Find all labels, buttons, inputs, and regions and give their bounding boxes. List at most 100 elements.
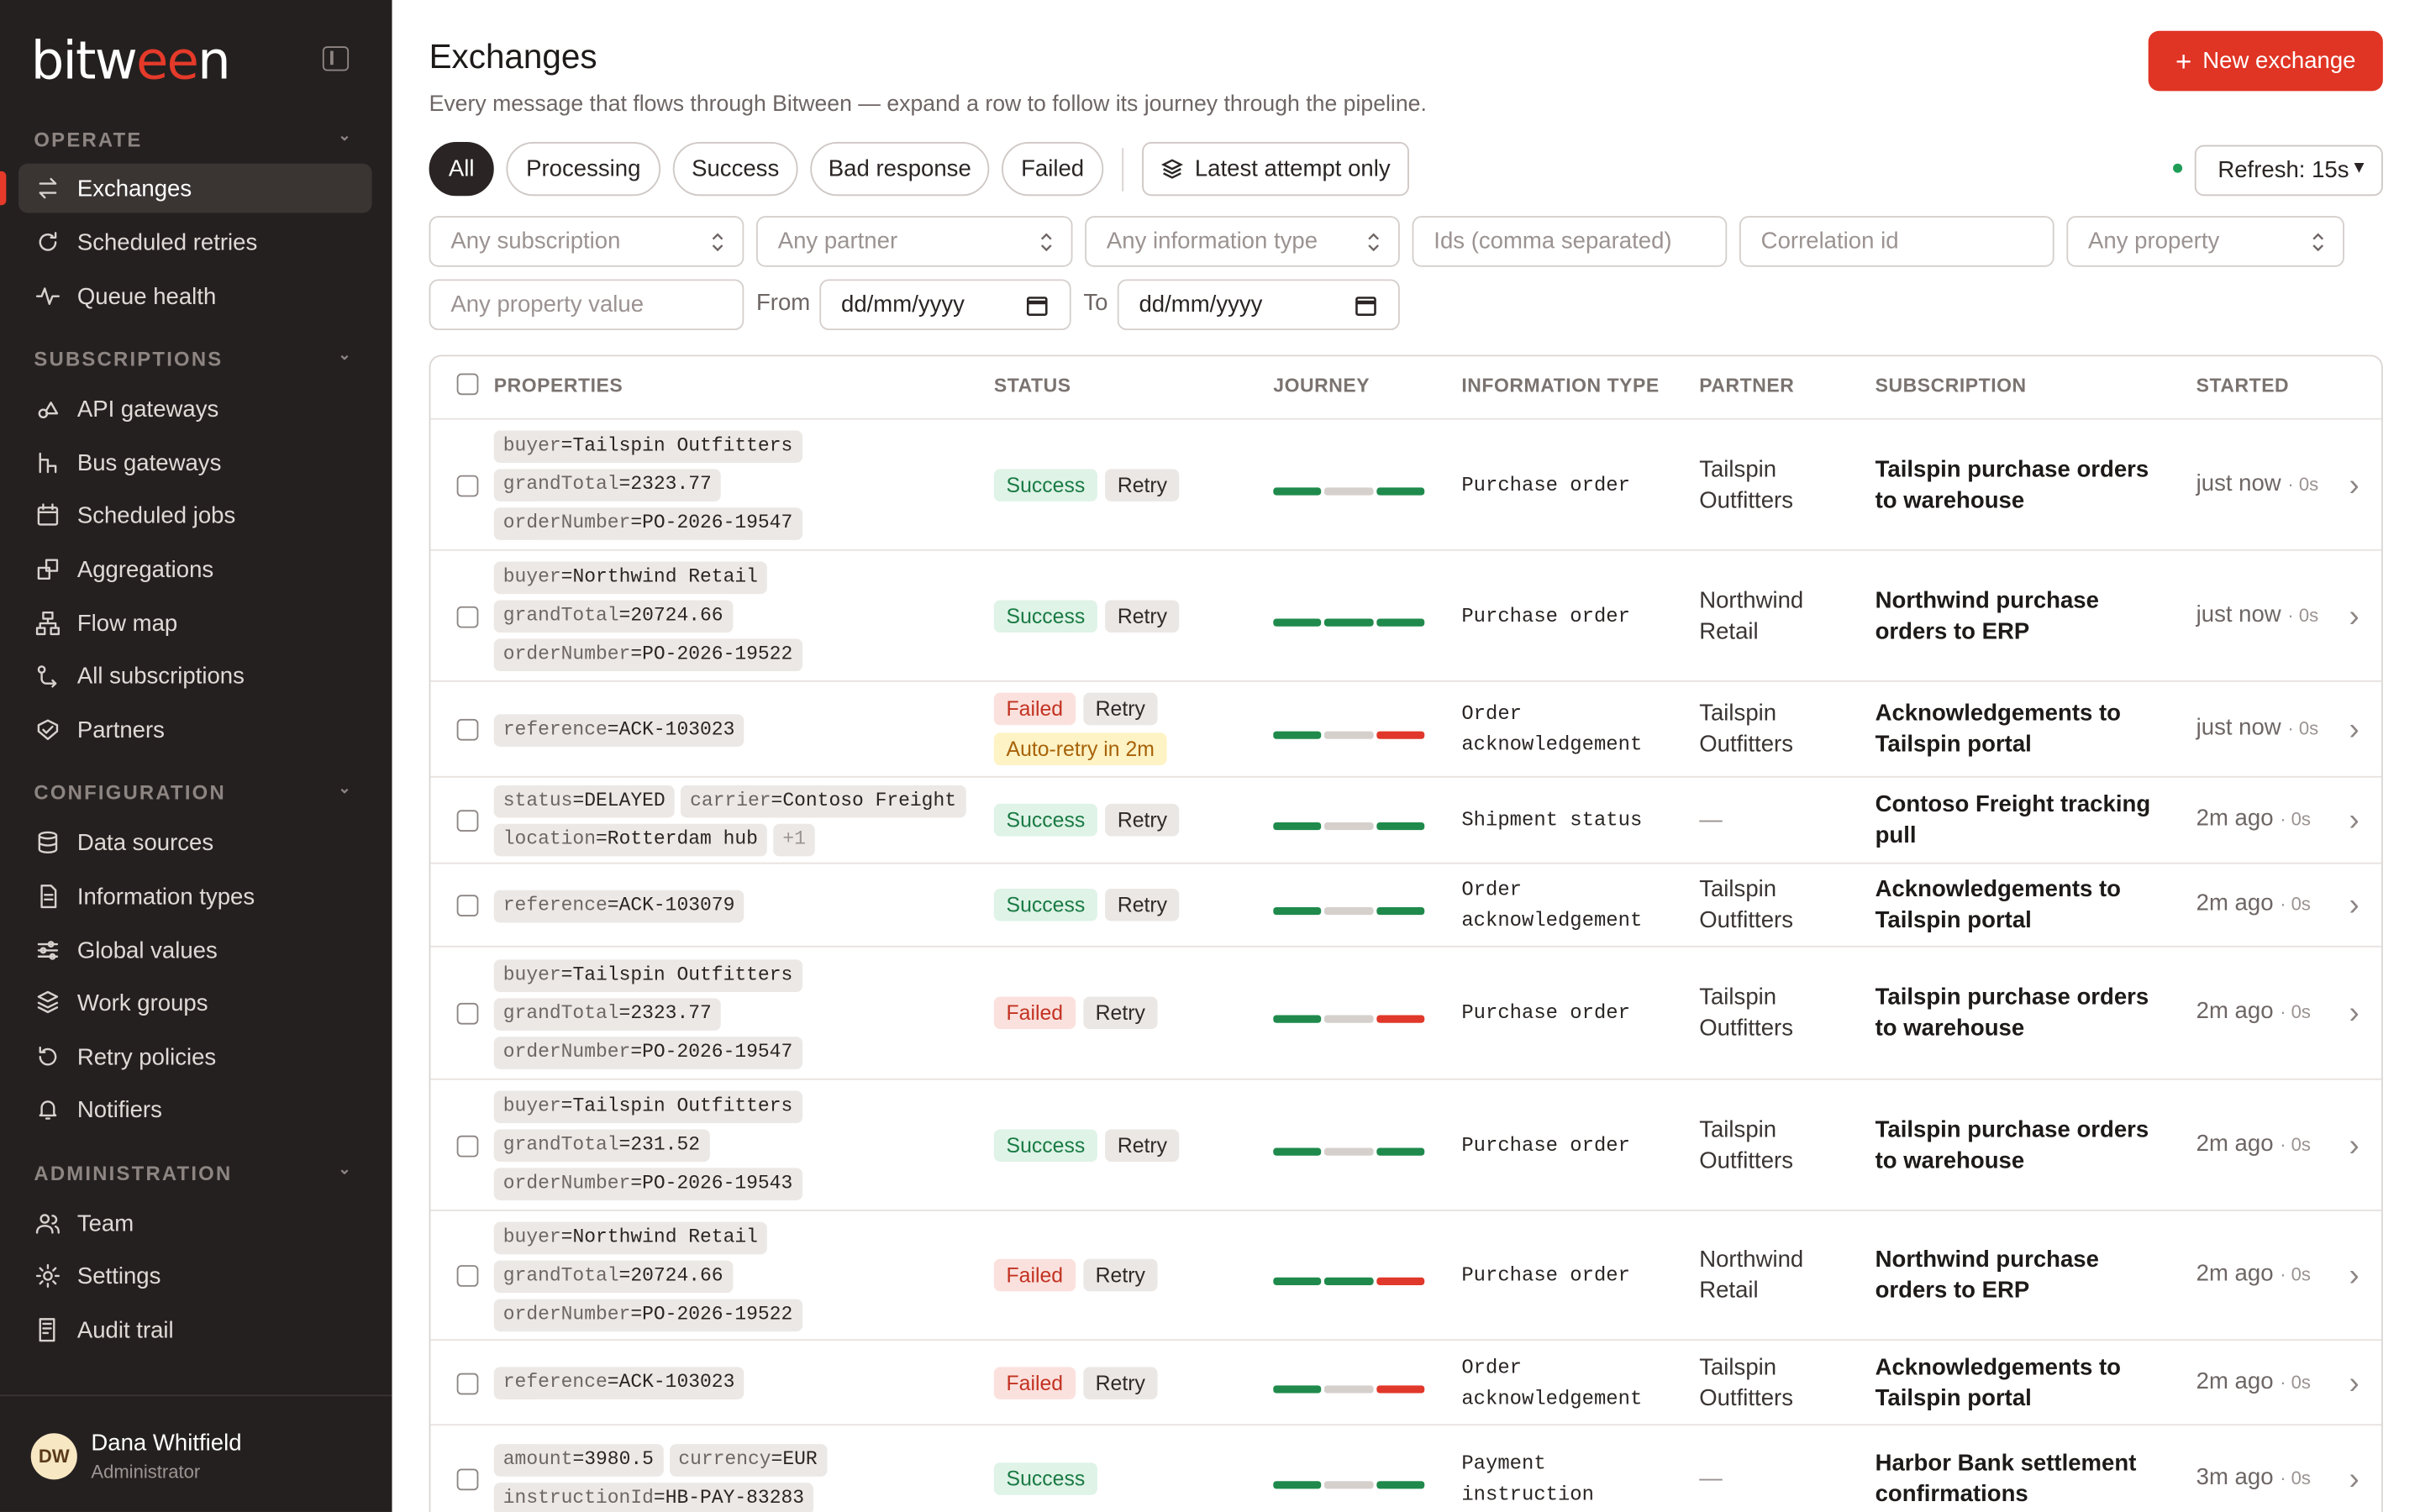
row-checkbox[interactable] [456,1134,479,1157]
col-status[interactable]: STATUS [994,375,1071,396]
subscription-name[interactable]: Tailspin purchase orders to warehouse [1876,983,2169,1044]
chevron-down-icon[interactable]: ⌄ [338,128,353,144]
subscription-name[interactable]: Tailspin purchase orders to warehouse [1876,1115,2169,1176]
col-started[interactable]: STARTED [2196,375,2290,396]
subscription-name[interactable]: Acknowledgements to Tailspin portal [1876,1352,2169,1414]
sidebar-collapse-icon[interactable] [322,46,350,71]
filter-chip-all[interactable]: All [429,141,494,197]
col-properties[interactable]: PROPERTIES [494,375,623,396]
correlation-id-input[interactable]: Correlation id [1739,216,2054,267]
row-checkbox[interactable] [456,605,479,627]
table-row[interactable]: buyer=Northwind Retail grandTotal=20724.6… [430,549,2382,680]
subscription-name[interactable]: Tailspin purchase orders to warehouse [1876,454,2169,516]
property-select[interactable]: Any property [2066,216,2344,267]
filter-chip-success[interactable]: Success [672,141,798,197]
chevron-down-icon[interactable]: ⌄ [338,347,353,364]
col-journey[interactable]: JOURNEY [1273,375,1370,396]
information-type-select[interactable]: Any information type [1085,216,1400,267]
filter-chip-processing[interactable]: Processing [506,141,661,197]
table-row[interactable]: status=DELAYED carrier=Contoso Freight loc… [430,775,2382,863]
table-row[interactable]: reference=ACK-103079 Success Retry Order ac… [430,862,2382,946]
subscription-name[interactable]: Harbor Bank settlement confirmations [1876,1449,2169,1510]
chevron-right-icon[interactable]: › [2349,889,2359,924]
chevron-right-icon[interactable]: › [2349,1366,2359,1401]
row-checkbox[interactable] [456,1468,479,1491]
sidebar-item-team[interactable]: Team [18,1199,372,1248]
row-checkbox[interactable] [456,895,479,916]
sidebar-item-partners[interactable]: Partners [18,705,372,754]
col-information-type[interactable]: INFORMATION TYPE [1461,375,1659,396]
sidebar-item-aggregations[interactable]: Aggregations [18,544,372,594]
chevron-right-icon[interactable]: › [2349,1259,2359,1294]
sidebar-item-retry-policies[interactable]: Retry policies [18,1032,372,1082]
retry-button[interactable]: Retry [1082,692,1158,726]
table-row[interactable]: reference=ACK-103023 Failed Retry Order ack… [430,1339,2382,1424]
section-administration[interactable]: ADMINISTRATION ⌄ [34,1162,350,1185]
section-configuration[interactable]: CONFIGURATION ⌄ [34,780,350,804]
retry-button[interactable]: Retry [1082,1258,1158,1292]
subscription-name[interactable]: Acknowledgements to Tailspin portal [1876,699,2169,760]
table-row[interactable]: buyer=Tailspin Outfitters grandTotal=2323… [430,417,2382,549]
table-row[interactable]: buyer=Northwind Retail grandTotal=20724.6… [430,1209,2382,1339]
sidebar-item-exchanges[interactable]: Exchanges [18,163,372,213]
latest-attempt-toggle[interactable]: Latest attempt only [1142,141,1409,197]
more-properties-tag[interactable]: +1 [773,823,815,857]
sidebar-item-bus-gateways[interactable]: Bus gateways [18,438,372,488]
sidebar-item-flow-map[interactable]: Flow map [18,599,372,648]
retry-button[interactable]: Retry [1082,996,1158,1030]
subscription-name[interactable]: Northwind purchase orders to ERP [1876,585,2169,647]
from-date-input[interactable]: dd/mm/yyyy [819,279,1071,331]
select-all-checkbox[interactable] [456,373,479,396]
row-checkbox[interactable] [456,1002,479,1025]
chevron-right-icon[interactable]: › [2349,1462,2359,1498]
retry-button[interactable]: Retry [1105,803,1180,837]
chevron-right-icon[interactable]: › [2349,468,2359,503]
table-row[interactable]: buyer=Tailspin Outfitters grandTotal=2323… [430,945,2382,1079]
chevron-right-icon[interactable]: › [2349,997,2359,1032]
sidebar-item-information-types[interactable]: Information types [18,872,372,921]
table-row[interactable]: amount=3980.5 currency=EUR instructionId=H… [430,1424,2382,1512]
sidebar-item-global-values[interactable]: Global values [18,926,372,975]
row-checkbox[interactable] [456,474,479,496]
sidebar-item-api-gateways[interactable]: API gateways [18,384,372,433]
row-checkbox[interactable] [456,810,479,832]
filter-chip-bad-response[interactable]: Bad response [810,141,990,197]
table-row[interactable]: buyer=Tailspin Outfitters grandTotal=231.… [430,1078,2382,1210]
row-checkbox[interactable] [456,718,479,741]
chevron-right-icon[interactable]: › [2349,1129,2359,1164]
chevron-down-icon[interactable]: ⌄ [338,1162,353,1179]
property-value-input[interactable]: Any property value [429,279,744,331]
chevron-right-icon[interactable]: › [2349,713,2359,748]
retry-button[interactable]: Retry [1105,888,1180,921]
row-checkbox[interactable] [456,1265,479,1287]
retry-button[interactable]: Retry [1082,1366,1158,1399]
subscription-select[interactable]: Any subscription [429,216,744,267]
retry-button[interactable]: Retry [1105,468,1180,501]
subscription-name[interactable]: Acknowledgements to Tailspin portal [1876,874,2169,936]
bitween-logo[interactable]: bitween [31,31,231,92]
ids-input[interactable]: Ids (comma separated) [1412,216,1728,267]
sidebar-item-scheduled-retries[interactable]: Scheduled retries [18,218,372,267]
sidebar-item-settings[interactable]: Settings [18,1252,372,1301]
section-subscriptions[interactable]: SUBSCRIPTIONS ⌄ [34,347,350,370]
sidebar-item-notifiers[interactable]: Notifiers [18,1084,372,1134]
row-checkbox[interactable] [456,1372,479,1394]
user-profile[interactable]: DW Dana Whitfield Administrator [0,1394,392,1512]
chevron-down-icon[interactable]: ⌄ [338,780,353,797]
chevron-right-icon[interactable]: › [2349,600,2359,635]
sidebar-item-audit-trail[interactable]: Audit trail [18,1305,372,1355]
section-operate[interactable]: OPERATE ⌄ [34,128,350,151]
sidebar-item-all-subscriptions[interactable]: All subscriptions [18,651,372,701]
partner-select[interactable]: Any partner [755,216,1073,267]
new-exchange-button[interactable]: + New exchange [2148,30,2383,92]
to-date-input[interactable]: dd/mm/yyyy [1117,279,1400,331]
col-partner[interactable]: PARTNER [1699,375,1794,396]
refresh-select[interactable]: Refresh: 15s ▼ [2194,144,2383,197]
filter-chip-failed[interactable]: Failed [1002,141,1104,197]
retry-button[interactable]: Retry [1105,1128,1180,1162]
sidebar-item-work-groups[interactable]: Work groups [18,978,372,1027]
subscription-name[interactable]: Northwind purchase orders to ERP [1876,1245,2169,1306]
sidebar-item-data-sources[interactable]: Data sources [18,817,372,867]
sidebar-item-queue-health[interactable]: Queue health [18,271,372,321]
subscription-name[interactable]: Contoso Freight tracking pull [1876,790,2169,851]
